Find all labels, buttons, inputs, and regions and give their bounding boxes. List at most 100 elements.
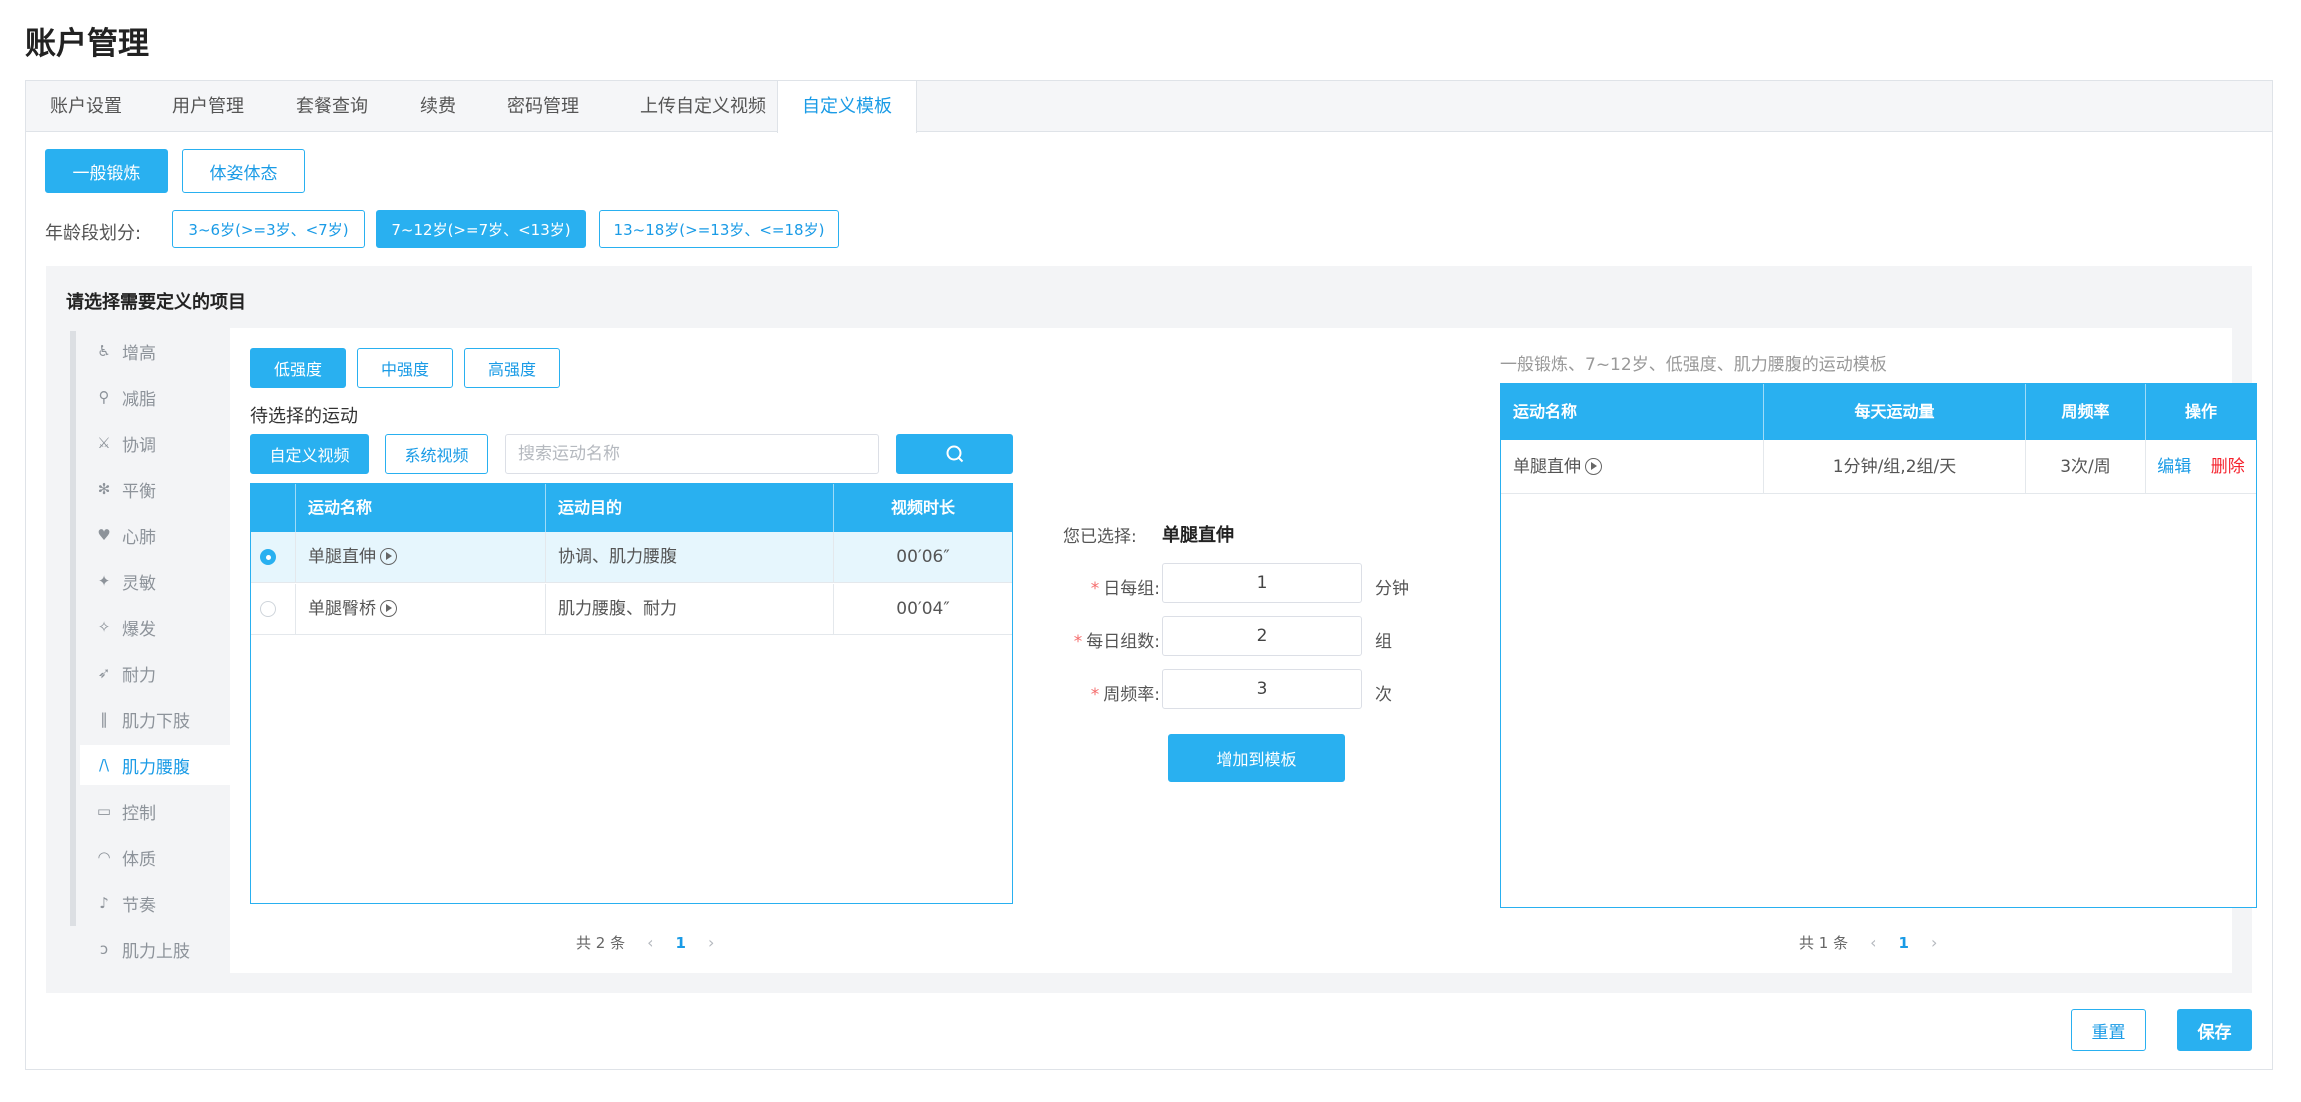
play-icon[interactable] — [380, 547, 397, 565]
category-item-active[interactable]: /\ 肌力腰腹 — [80, 745, 230, 785]
per-group-unit: 分钟 — [1375, 579, 1409, 599]
row-radio[interactable] — [260, 601, 276, 617]
groups-per-day-label: * 每日组数: — [1073, 632, 1160, 652]
row-radio[interactable] — [260, 549, 276, 565]
page-title: 账户管理 — [25, 26, 149, 62]
category-item[interactable]: ✻ 平衡 — [80, 469, 230, 509]
duration-cell: 00′06″ — [896, 547, 950, 567]
control-icon: ▭ — [96, 802, 112, 820]
category-item[interactable]: ➶ 耐力 — [80, 653, 230, 693]
column-header: 运动目的 — [546, 484, 834, 532]
play-icon[interactable] — [380, 599, 397, 617]
per-group-input[interactable] — [1162, 563, 1362, 603]
tab-upload-video[interactable]: 上传自定义视频 — [604, 81, 802, 132]
category-item[interactable]: ▭ 控制 — [80, 791, 230, 831]
right-pagination: 共 1 条 ‹ 1 › — [1799, 932, 1937, 953]
upper-limb-icon: ↄ — [99, 940, 109, 958]
edit-link[interactable]: 编辑 — [2157, 457, 2191, 477]
column-header: 每天运动量 — [1764, 384, 2026, 440]
category-item[interactable]: ‖ 肌力下肢 — [80, 699, 230, 739]
tab-renew[interactable]: 续费 — [394, 81, 482, 132]
name-cell: 单腿直伸 — [1501, 440, 1764, 494]
category-item[interactable]: ⚲ 减脂 — [80, 377, 230, 417]
weekly-freq-input[interactable] — [1162, 669, 1362, 709]
category-item[interactable]: ♥ 心肺 — [80, 515, 230, 555]
age-3-6-button[interactable]: 3~6岁(>=3岁、<7岁) — [172, 210, 365, 248]
intensity-mid-button[interactable]: 中强度 — [357, 348, 453, 388]
exercise-name: 单腿直伸 — [308, 547, 376, 567]
section-title: 请选择需要定义的项目 — [66, 292, 246, 313]
intensity-high-button[interactable]: 高强度 — [464, 348, 560, 388]
weekly-freq-unit: 次 — [1375, 685, 1392, 705]
next-page-icon[interactable]: › — [708, 933, 714, 952]
mode-posture-button[interactable]: 体姿体态 — [182, 149, 305, 193]
name-cell: 单腿直伸 — [296, 532, 546, 583]
category-item[interactable]: ♪ 节奏 — [80, 883, 230, 923]
lower-limb-icon: ‖ — [100, 710, 108, 728]
category-label: 节奏 — [122, 895, 156, 916]
table-row[interactable]: 单腿臀桥 肌力腰腹、耐力 00′04″ — [251, 584, 1012, 635]
category-label: 爆发 — [122, 619, 156, 640]
category-label: 体质 — [122, 849, 156, 870]
prev-page-icon[interactable]: ‹ — [647, 933, 653, 952]
mode-general-button[interactable]: 一般锻炼 — [45, 149, 168, 193]
height-icon: ♿ — [97, 342, 111, 360]
search-icon — [946, 445, 963, 463]
category-label: 增高 — [122, 343, 156, 364]
category-item[interactable]: ✦ 灵敏 — [80, 561, 230, 601]
freq-cell: 3次/周 — [2026, 440, 2146, 494]
balance-icon: ✻ — [97, 480, 111, 498]
tab-account-settings[interactable]: 账户设置 — [26, 81, 146, 132]
custom-video-button[interactable]: 自定义视频 — [250, 434, 369, 474]
category-item[interactable]: ⚔ 协调 — [80, 423, 230, 463]
exercise-name: 单腿直伸 — [1513, 457, 1581, 477]
search-button[interactable] — [896, 434, 1013, 474]
constitution-icon: ◠ — [97, 848, 111, 866]
template-section: 请选择需要定义的项目 ♿ 增高 ⚲ 减脂 ⚔ 协调 ✻ 平衡 ♥ 心肺 ✦ 灵敏 ✧ 爆发 ➶… — [46, 266, 2257, 993]
editor-panel: 低强度 中强度 高强度 待选择的运动 自定义视频 系统视频 运动名称 运动目的 … — [230, 328, 2257, 973]
column-header: 视频时长 — [890, 498, 955, 517]
tab-bar: 账户设置 用户管理 套餐查询 续费 密码管理 上传自定义视频 自定义模板 — [26, 81, 2272, 133]
selected-label: 您已选择: — [1063, 527, 1137, 547]
template-table: 运动名称 每天运动量 周频率 操作 单腿直伸 1分钟/组,2组/天 3次/周 编… — [1500, 383, 2257, 908]
duration-cell: 00′04″ — [896, 599, 950, 619]
category-label: 肌力下肢 — [122, 711, 190, 732]
category-item[interactable]: ✧ 爆发 — [80, 607, 230, 647]
reset-button[interactable]: 重置 — [2071, 1009, 2146, 1051]
groups-per-day-input[interactable] — [1162, 616, 1362, 656]
select-column-header — [251, 484, 296, 532]
template-caption: 一般锻炼、7~12岁、低强度、肌力腰腹的运动模板 — [1500, 355, 1887, 375]
next-page-icon[interactable]: › — [1931, 933, 1937, 952]
current-page[interactable]: 1 — [676, 934, 686, 952]
name-cell: 单腿臀桥 — [296, 584, 546, 635]
category-label: 心肺 — [122, 527, 156, 548]
category-label: 灵敏 — [122, 573, 156, 594]
play-icon[interactable] — [1585, 457, 1602, 475]
tab-custom-template[interactable]: 自定义模板 — [777, 81, 917, 133]
tab-plan-query[interactable]: 套餐查询 — [270, 81, 394, 132]
weekly-freq-label: * 周频率: — [1090, 685, 1160, 705]
category-item[interactable]: ♿ 增高 — [80, 331, 230, 371]
tab-password[interactable]: 密码管理 — [482, 81, 604, 132]
search-input[interactable] — [505, 434, 879, 474]
column-header: 运动名称 — [296, 484, 546, 532]
save-button[interactable]: 保存 — [2177, 1009, 2252, 1051]
prev-page-icon[interactable]: ‹ — [1870, 933, 1876, 952]
system-video-button[interactable]: 系统视频 — [385, 434, 488, 474]
left-pagination: 共 2 条 ‹ 1 › — [576, 932, 714, 953]
tab-user-management[interactable]: 用户管理 — [146, 81, 270, 132]
age-7-12-button[interactable]: 7~12岁(>=7岁、<13岁) — [376, 210, 586, 248]
age-13-18-button[interactable]: 13~18岁(>=13岁、<=18岁) — [599, 210, 839, 248]
rhythm-icon: ♪ — [99, 894, 109, 912]
category-label: 协调 — [122, 435, 156, 456]
delete-link[interactable]: 删除 — [2211, 457, 2245, 477]
add-to-template-button[interactable]: 增加到模板 — [1168, 734, 1345, 782]
groups-per-day-unit: 组 — [1375, 632, 1392, 652]
category-label: 平衡 — [122, 481, 156, 502]
table-row[interactable]: 单腿直伸 协调、肌力腰腹 00′06″ — [251, 532, 1012, 583]
fat-loss-icon: ⚲ — [98, 388, 110, 406]
category-item[interactable]: ◠ 体质 — [80, 837, 230, 877]
current-page[interactable]: 1 — [1899, 934, 1909, 952]
intensity-low-button[interactable]: 低强度 — [250, 348, 346, 388]
category-item[interactable]: ↄ 肌力上肢 — [80, 929, 230, 969]
